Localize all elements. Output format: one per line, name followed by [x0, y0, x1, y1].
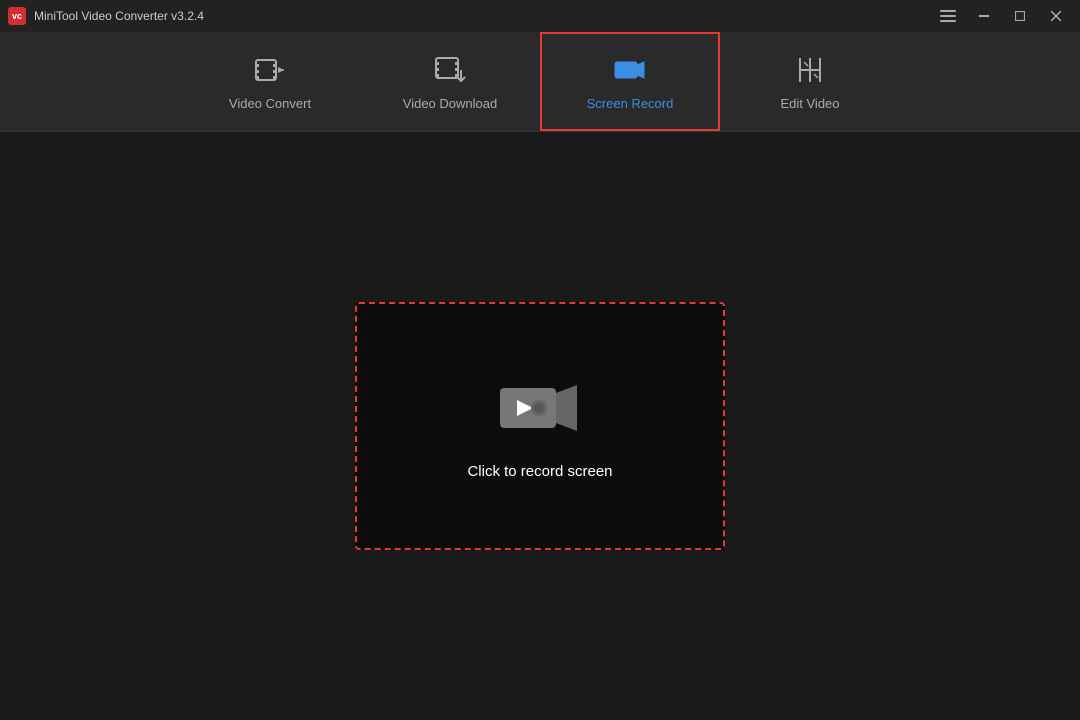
screen-record-icon — [612, 52, 648, 88]
record-area-icon — [495, 373, 585, 443]
record-area-label: Click to record screen — [467, 463, 612, 480]
app-logo: vc — [8, 7, 26, 25]
video-download-icon — [432, 52, 468, 88]
nav-tabs: Video Convert Video Download — [0, 32, 1080, 132]
video-convert-icon — [252, 52, 288, 88]
main-content: Click to record screen — [0, 132, 1080, 720]
tab-video-download[interactable]: Video Download — [360, 32, 540, 131]
tab-video-convert-label: Video Convert — [229, 96, 311, 111]
hamburger-line-2 — [940, 15, 956, 17]
title-bar: vc MiniTool Video Converter v3.2.4 — [0, 0, 1080, 32]
tab-edit-video-label: Edit Video — [780, 96, 839, 111]
title-bar-controls — [932, 4, 1072, 28]
title-bar-left: vc MiniTool Video Converter v3.2.4 — [8, 7, 204, 25]
tab-video-convert[interactable]: Video Convert — [180, 32, 360, 131]
maximize-button[interactable] — [1004, 4, 1036, 28]
close-button[interactable] — [1040, 4, 1072, 28]
tab-edit-video[interactable]: Edit Video — [720, 32, 900, 131]
edit-video-icon — [792, 52, 828, 88]
record-area[interactable]: Click to record screen — [355, 302, 725, 550]
tab-screen-record-label: Screen Record — [587, 96, 674, 111]
hamburger-line-3 — [940, 20, 956, 22]
tab-screen-record[interactable]: Screen Record — [540, 32, 720, 131]
hamburger-line-1 — [940, 10, 956, 12]
minimize-button[interactable] — [968, 4, 1000, 28]
app-title: MiniTool Video Converter v3.2.4 — [34, 9, 204, 23]
menu-button[interactable] — [932, 4, 964, 28]
tab-video-download-label: Video Download — [403, 96, 497, 111]
